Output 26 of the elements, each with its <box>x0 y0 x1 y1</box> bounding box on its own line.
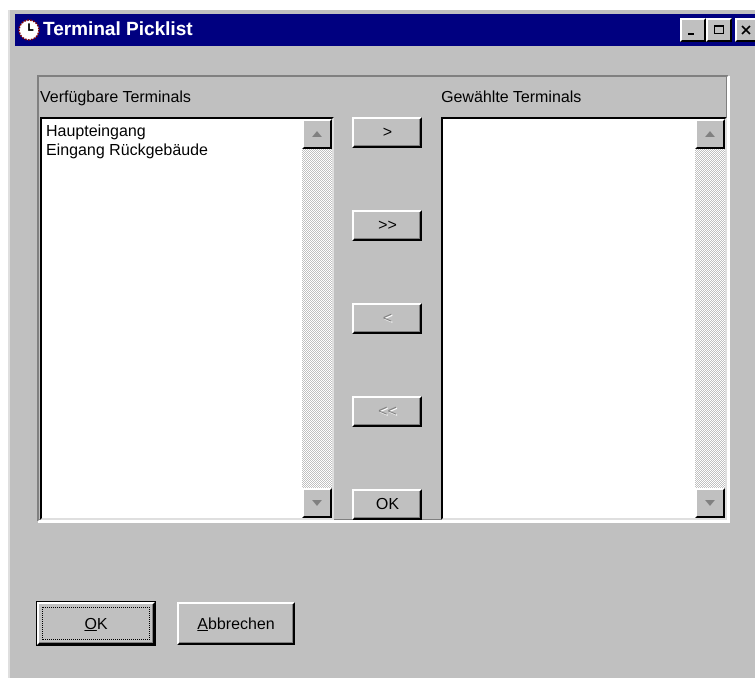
transfer-button[interactable]: OK <box>352 489 422 520</box>
window-title: Terminal Picklist <box>43 19 193 41</box>
close-icon <box>740 24 752 36</box>
list-label: Gewählte Terminals <box>441 88 582 108</box>
down-arrow-icon <box>312 500 322 506</box>
transfer-button[interactable]: >> <box>352 210 422 241</box>
down-arrow-icon <box>705 500 715 506</box>
scroll-up-button[interactable] <box>695 118 725 149</box>
scroll-down-button[interactable] <box>302 488 332 518</box>
up-arrow-icon <box>705 130 715 137</box>
close-button[interactable] <box>735 18 755 42</box>
scroll-down-button[interactable] <box>695 488 725 518</box>
transfer-button[interactable]: > <box>352 117 422 148</box>
list-item[interactable]: Haupteingang <box>46 122 298 141</box>
minimize-button[interactable] <box>680 18 706 42</box>
cancel-button[interactable]: Abbrechen <box>177 602 295 645</box>
minimize-icon <box>688 33 694 35</box>
list-box[interactable]: Haupteingang Eingang Rückgebäude <box>40 116 334 520</box>
ok-button[interactable]: OK <box>37 602 155 645</box>
list-label: Verfügbare Terminals <box>40 88 192 108</box>
list-item[interactable]: Eingang Rückgebäude <box>46 140 298 160</box>
up-arrow-icon <box>312 130 322 137</box>
clock-icon <box>18 19 40 41</box>
scroll-up-button[interactable] <box>302 118 332 149</box>
maximize-button[interactable] <box>706 18 732 42</box>
maximize-icon <box>713 24 725 36</box>
